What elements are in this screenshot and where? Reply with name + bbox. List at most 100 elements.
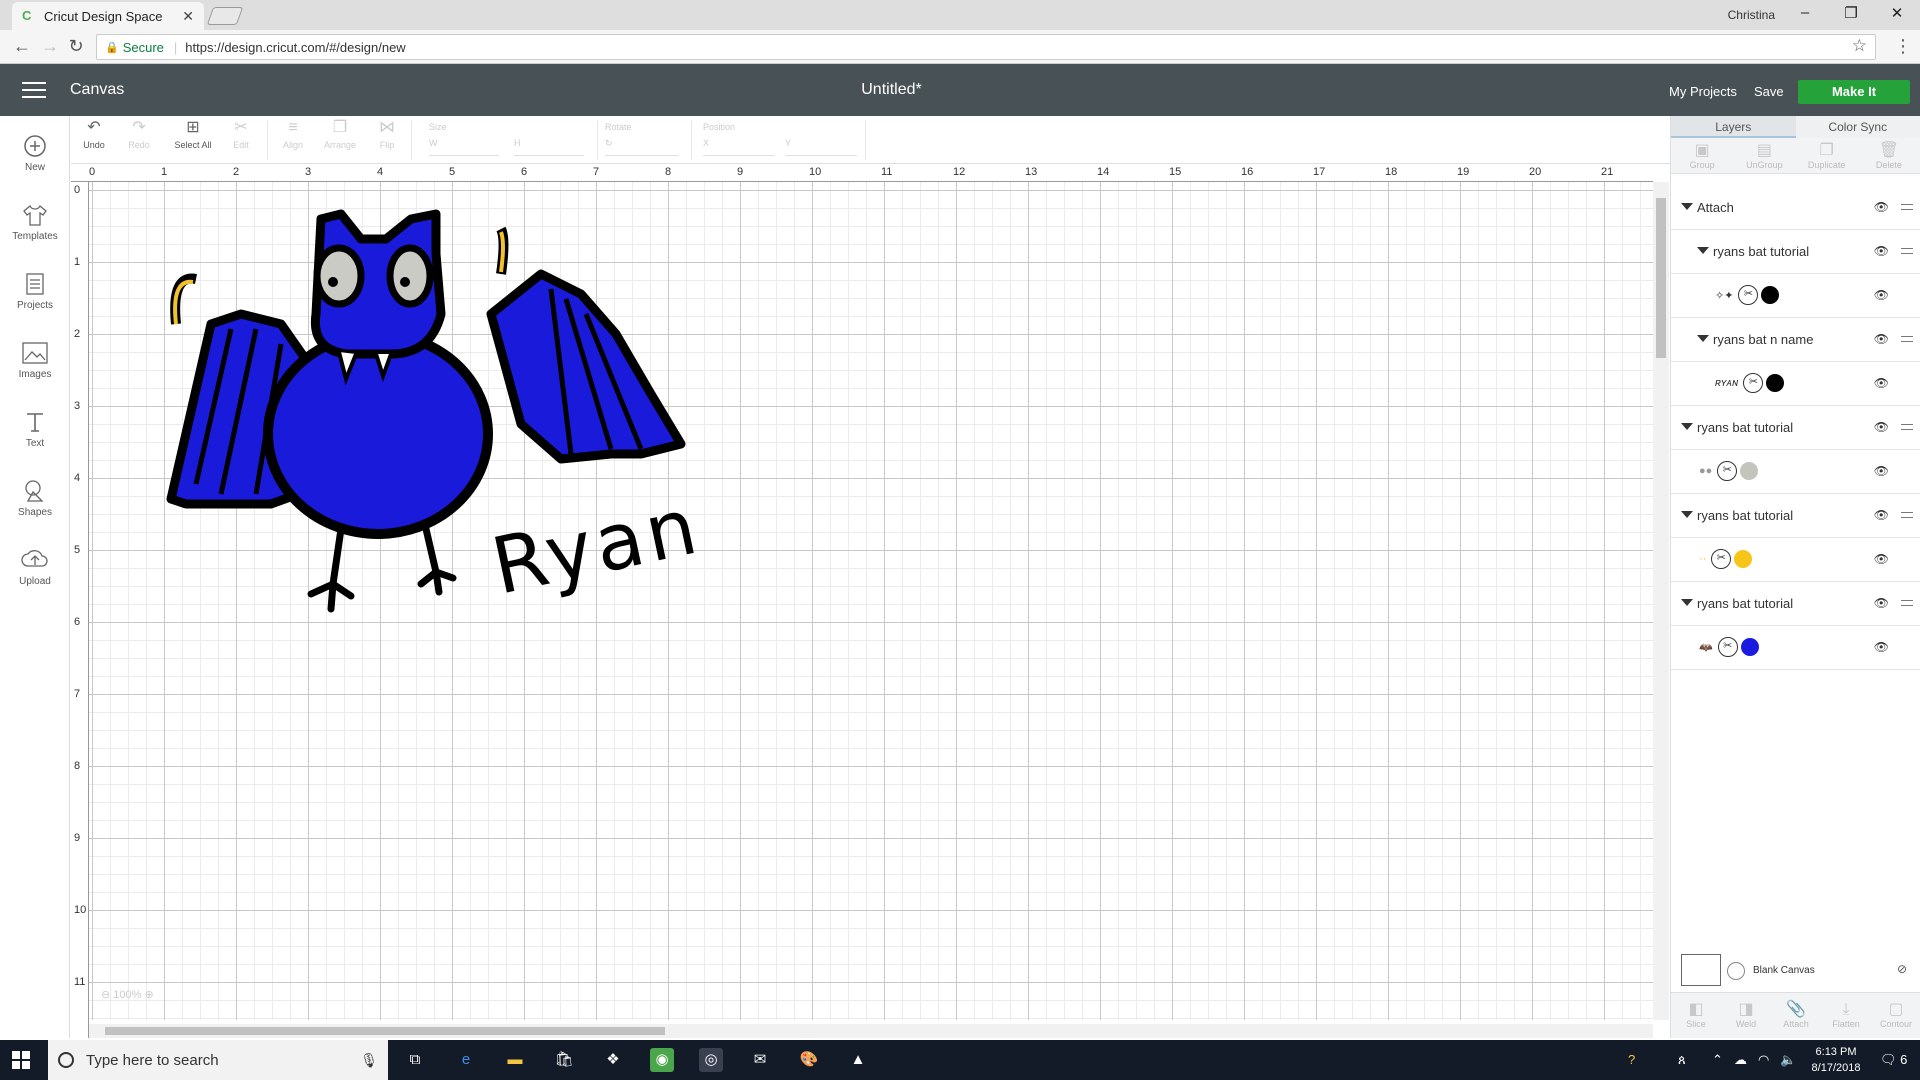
drag-handle-icon[interactable] [1901,600,1913,606]
dropbox-icon[interactable]: ❖ [601,1048,625,1072]
eye-icon[interactable]: 👁 [1874,376,1889,390]
layer-row[interactable]: ryans bat tutorial 👁 [1671,406,1920,450]
color-swatch[interactable] [1740,638,1759,656]
close-window-icon[interactable]: ✕ [1882,4,1912,22]
drag-handle-icon[interactable] [1901,248,1913,254]
group-button[interactable]: ▣ Group [1671,138,1733,173]
arrange-button[interactable]: ❐ Arrange [315,116,365,150]
caret-down-icon[interactable] [1681,599,1693,606]
caret-down-icon[interactable] [1681,423,1693,430]
task-view-icon[interactable]: ⧉ [403,1048,427,1072]
zoom-control[interactable]: ⊖ 100% ⊕ [101,988,154,1001]
make-it-button[interactable]: Make It [1798,80,1910,104]
color-swatch[interactable] [1766,374,1785,392]
sidebar-item-templates[interactable]: Templates [0,202,70,242]
attach-button[interactable]: 📎 Attach [1771,993,1821,1038]
rotate-field[interactable]: ↻ [605,138,679,156]
chrome-icon[interactable]: ◎ [699,1048,723,1072]
layer-row[interactable]: ●● ✂ 👁 [1671,450,1920,494]
blank-canvas-color[interactable] [1727,962,1745,980]
tripadvisor-icon[interactable]: ◉ [650,1048,674,1072]
horizontal-scrollbar[interactable] [89,1024,1653,1038]
cut-operation-icon[interactable]: ✂ [1717,637,1738,657]
ungroup-button[interactable]: ▤ UnGroup [1733,138,1795,173]
sidebar-item-shapes[interactable]: Shapes [0,478,70,518]
eye-icon[interactable]: 👁 [1874,464,1889,478]
cut-operation-icon[interactable]: ✂ [1711,549,1732,569]
taskbar-search[interactable]: Type here to search 🎙 [48,1040,388,1080]
people-icon[interactable]: ጰ [1678,1052,1686,1068]
select-all-button[interactable]: ⊞ Select All [167,116,219,150]
align-button[interactable]: ≡ Align [271,116,315,150]
paint-icon[interactable]: 🎨 [797,1048,821,1072]
height-field[interactable]: H [514,138,584,156]
blank-canvas-row[interactable]: Blank Canvas ⊘ [1671,948,1920,992]
undo-button[interactable]: ↶ Undo [71,116,117,150]
layer-row[interactable]: 🦇 ✂ 👁 [1671,626,1920,670]
save-button[interactable]: Save [1754,84,1784,99]
eye-icon[interactable]: 👁 [1874,420,1889,434]
color-swatch[interactable] [1734,550,1753,568]
browser-tab[interactable]: C Cricut Design Space ✕ [12,2,204,30]
cut-operation-icon[interactable]: ✂ [1738,285,1759,305]
layer-row[interactable]: ✧✦ ✂ 👁 [1671,274,1920,318]
drag-handle-icon[interactable] [1901,512,1913,518]
width-field[interactable]: W [429,138,499,156]
design-canvas[interactable]: 0 1 2 3 4 5 6 7 8 9 10 11 12 13 14 15 16 17 18 19 20 21 01234… [71,164,1653,1038]
eye-icon[interactable]: 👁 [1874,640,1889,654]
color-swatch[interactable] [1761,286,1780,304]
onedrive-icon[interactable]: ☁ [1734,1052,1747,1068]
weld-button[interactable]: ◨ Weld [1721,993,1771,1038]
caret-down-icon[interactable] [1681,203,1693,210]
edge-icon[interactable]: e [454,1048,478,1072]
redo-button[interactable]: ↷ Redo [117,116,161,150]
browser-menu-icon[interactable]: ⋮ [1894,36,1912,57]
eye-hidden-icon[interactable]: ⊘ [1897,962,1907,976]
layer-row[interactable]: ryans bat tutorial 👁 [1671,582,1920,626]
caret-down-icon[interactable] [1681,511,1693,518]
bat-artwork[interactable]: Ryan [71,164,771,644]
eye-icon[interactable]: 👁 [1874,288,1889,302]
layer-row[interactable]: ʀʏᴀɴ ✂ 👁 [1671,362,1920,406]
microphone-icon[interactable]: 🎙 [360,1052,378,1069]
my-projects-link[interactable]: My Projects [1669,84,1737,99]
eye-icon[interactable]: 👁 [1874,596,1889,610]
close-tab-icon[interactable]: ✕ [182,8,194,25]
sidebar-item-projects[interactable]: Projects [0,271,70,311]
maximize-icon[interactable]: ❐ [1836,4,1866,22]
tab-layers[interactable]: Layers [1671,116,1796,138]
help-icon[interactable]: ? [1628,1052,1635,1067]
layer-row[interactable]: ryans bat tutorial 👁 [1671,230,1920,274]
drag-handle-icon[interactable] [1901,336,1913,342]
drag-handle-icon[interactable] [1901,424,1913,430]
cut-operation-icon[interactable]: ✂ [1717,461,1738,481]
x-field[interactable]: X [703,138,775,156]
sidebar-item-upload[interactable]: Upload [0,547,70,587]
tray-chevron-icon[interactable]: ⌃ [1712,1052,1723,1068]
contour-button[interactable]: ▢ Contour [1871,993,1920,1038]
slice-button[interactable]: ◧ Slice [1671,993,1721,1038]
eye-icon[interactable]: 👁 [1874,332,1889,346]
layer-row[interactable]: ryans bat tutorial 👁 [1671,494,1920,538]
url-field[interactable]: 🔒 Secure | https://design.cricut.com/#/d… [96,34,1876,60]
sidebar-item-images[interactable]: Images [0,340,70,380]
vertical-scroll-thumb[interactable] [1656,198,1666,358]
store-icon[interactable]: 🛍 [552,1048,576,1072]
layer-row[interactable]: Attach 👁 [1671,186,1920,230]
duplicate-button[interactable]: ❐ Duplicate [1796,138,1858,173]
caret-down-icon[interactable] [1697,247,1709,254]
color-swatch[interactable] [1740,462,1759,480]
eye-icon[interactable]: 👁 [1874,244,1889,258]
notification-icon[interactable]: 🗨 6 [1880,1052,1907,1068]
drag-handle-icon[interactable] [1901,204,1913,210]
vertical-scrollbar[interactable] [1653,182,1669,1020]
eye-icon[interactable]: 👁 [1874,200,1889,214]
cut-operation-icon[interactable]: ✂ [1743,373,1764,393]
eye-icon[interactable]: 👁 [1874,552,1889,566]
edit-button[interactable]: ✂ Edit [219,116,263,150]
reload-icon[interactable]: ↻ [64,36,88,57]
file-explorer-icon[interactable]: ▬ [503,1048,527,1072]
forward-icon[interactable]: → [38,36,62,57]
horizontal-scroll-thumb[interactable] [105,1027,665,1035]
flip-button[interactable]: ⋈ Flip [367,116,407,150]
